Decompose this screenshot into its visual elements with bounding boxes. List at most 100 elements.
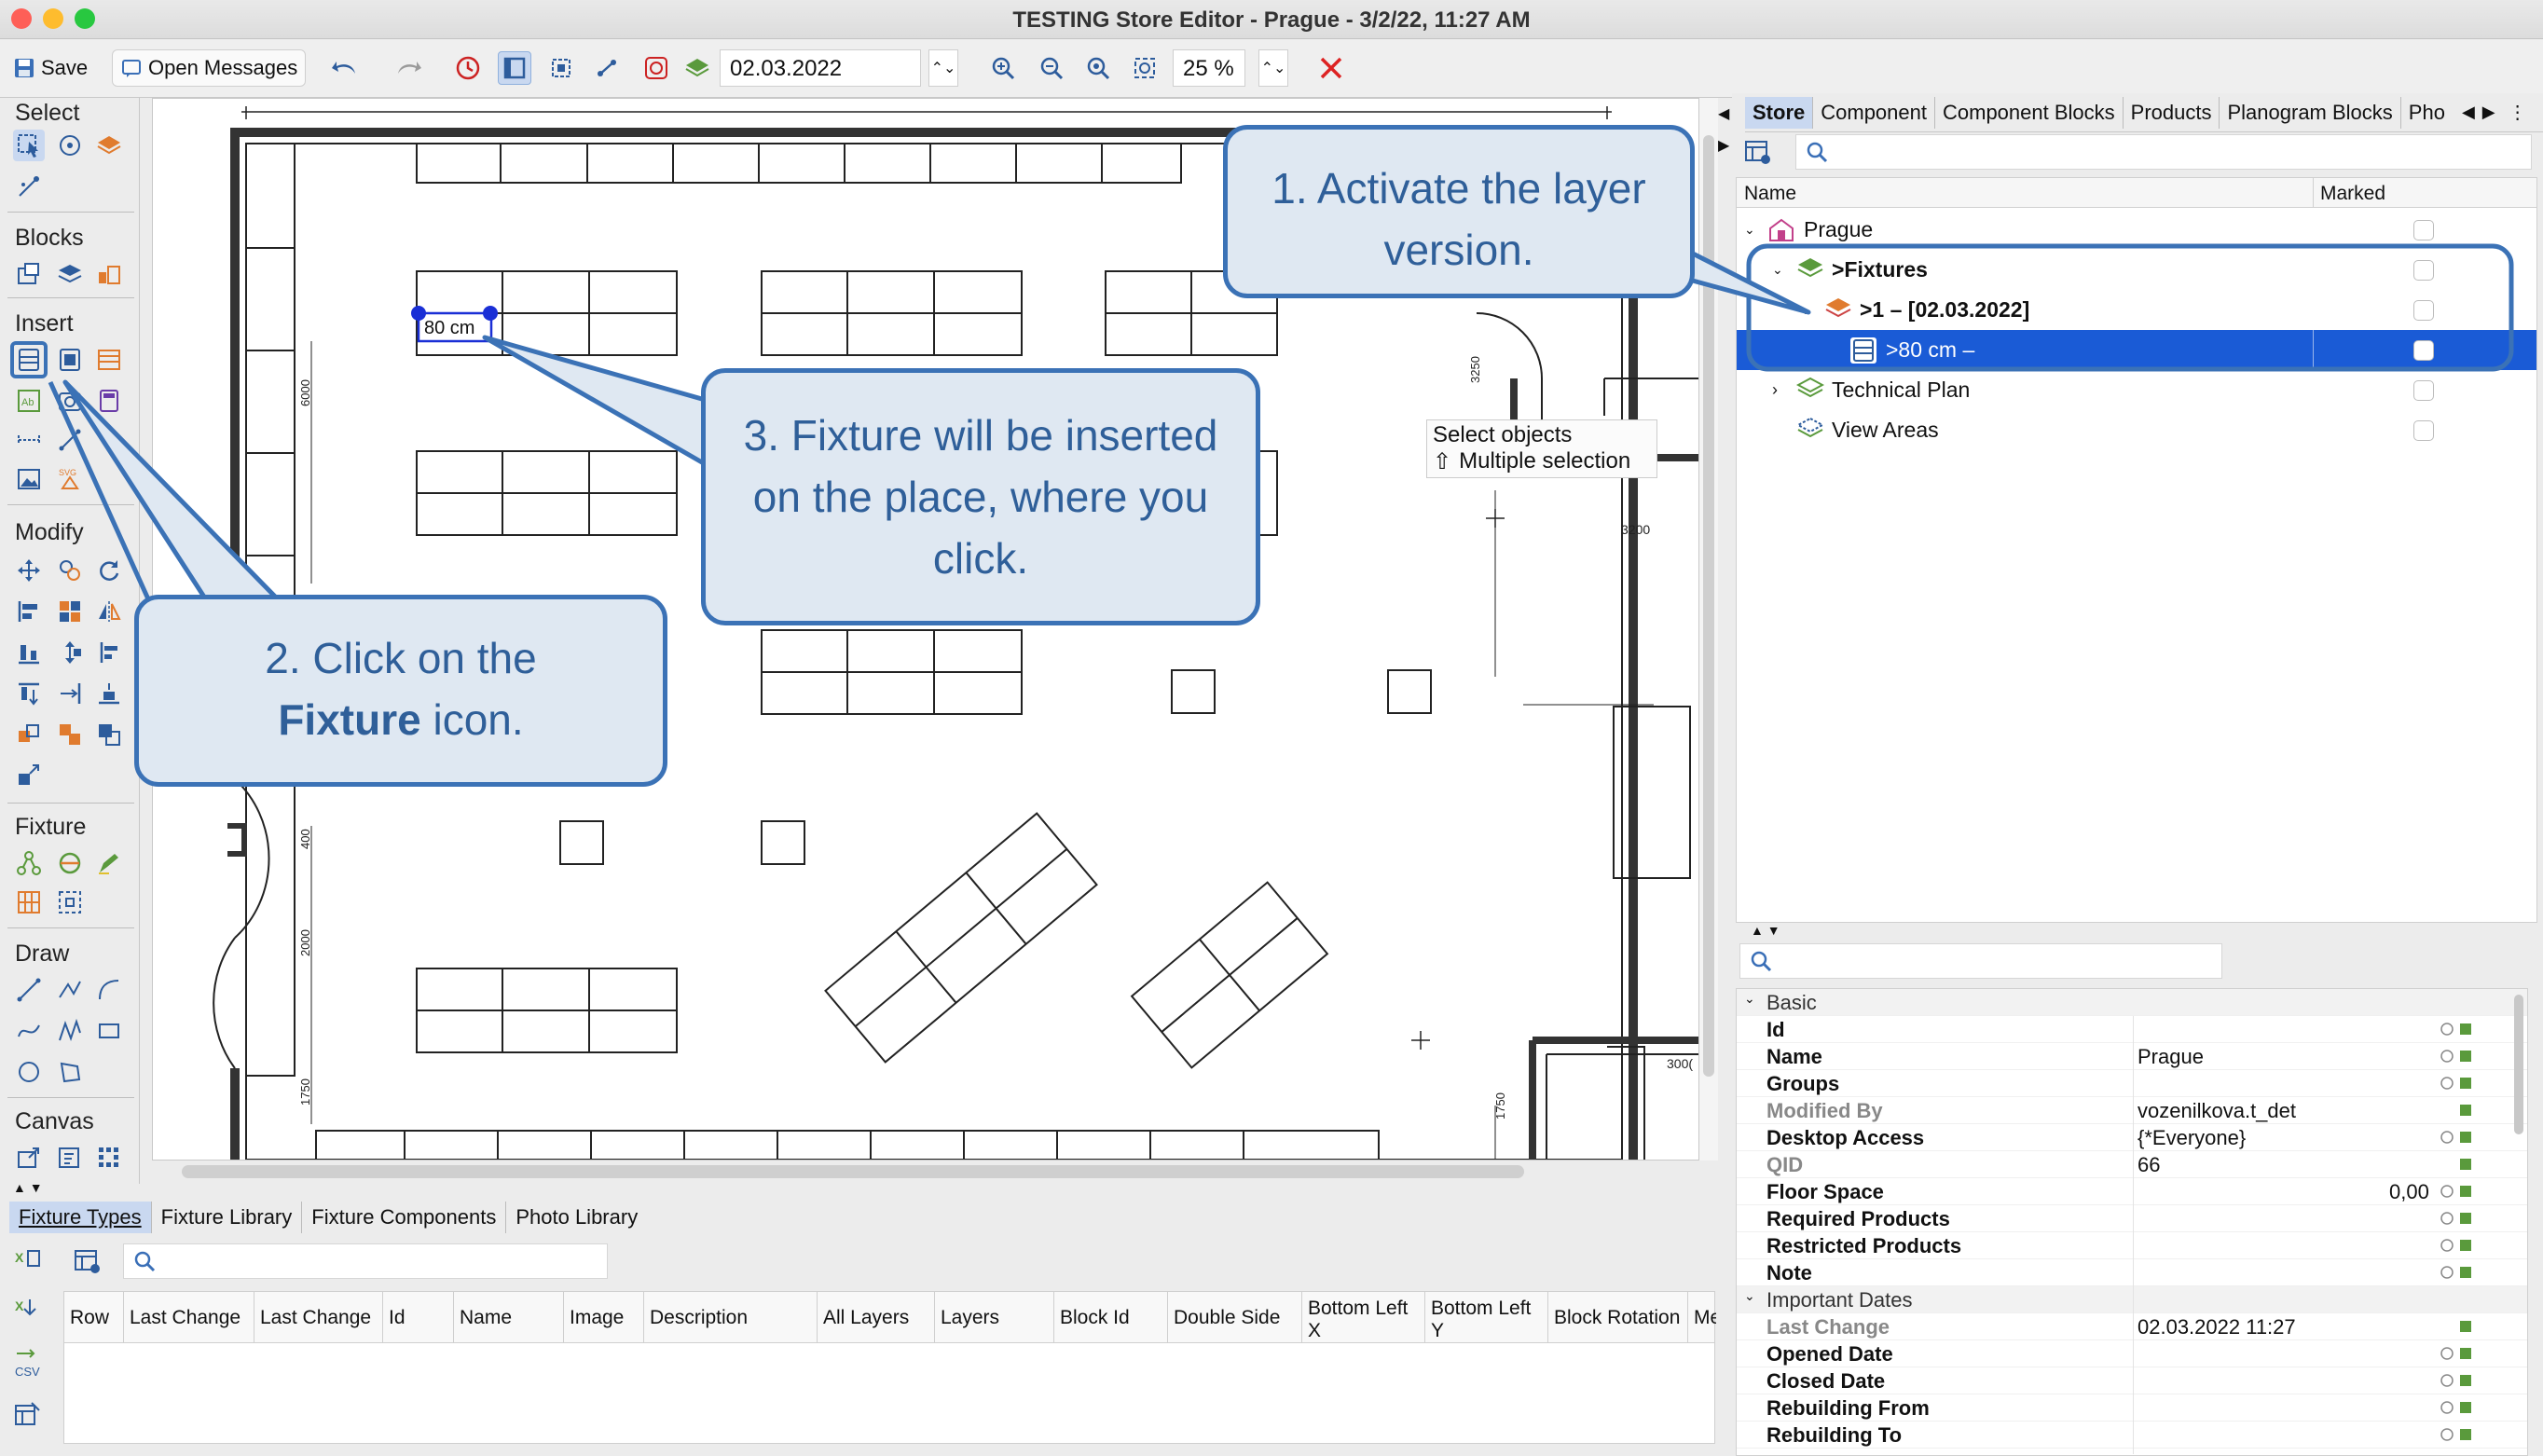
grid-col-row[interactable]: Row [64,1292,124,1344]
zoom-stepper[interactable]: ⌃⌄ [1258,49,1288,87]
table-config-icon[interactable] [73,1247,103,1283]
prop-group-basic[interactable]: ⌄ Basic [1737,989,2527,1016]
tree-row-technical-plan[interactable]: › Technical Plan [1737,370,2536,410]
table-export-icon[interactable] [13,1400,43,1435]
reset-value-icons[interactable] [2438,989,2494,1455]
fixture-types-grid-body[interactable] [63,1343,1715,1444]
prop-row-id[interactable]: Id [1737,1016,2527,1043]
select-frame-icon[interactable] [544,51,578,85]
tab-fixture-types[interactable]: Fixture Types [9,1202,152,1233]
canvas-horizontal-scrollbar[interactable] [182,1165,1524,1178]
excel-export-icon[interactable]: X [13,1247,43,1283]
grid-col-all-layers[interactable]: All Layers [818,1292,935,1344]
canvas-export-icon[interactable] [13,1142,45,1174]
draw-arc-icon[interactable] [93,974,125,1006]
image-insert-icon[interactable] [13,463,45,495]
tab-products[interactable]: Products [2124,96,2220,129]
marked-checkbox[interactable] [2413,339,2434,361]
properties-scrollbar[interactable] [2514,995,2523,1134]
rotate-icon[interactable] [93,555,125,586]
grid-col-last-change-2[interactable]: Last Change [254,1292,383,1344]
chevron-right-icon[interactable]: › [1772,380,1778,400]
fixture-edit-icon[interactable] [93,847,125,879]
block-insert-icon[interactable] [13,258,45,290]
combine-objects-icon[interactable] [93,719,125,750]
prop-row-floor-space[interactable]: Floor Space 0,00 [1737,1178,2527,1205]
layers-icon[interactable] [680,51,714,85]
space-vertical-icon[interactable] [54,637,86,668]
prop-row-restricted-products[interactable]: Restricted Products [1737,1232,2527,1259]
history-icon[interactable] [451,51,485,85]
grid-col-bottom-left-x[interactable]: Bottom Left X [1302,1292,1425,1344]
ungroup-objects-icon[interactable] [54,719,86,750]
zoom-in-icon[interactable] [986,51,1020,85]
zoom-field[interactable]: 25 % [1173,49,1245,87]
grid-col-layers[interactable]: Layers [935,1292,1054,1344]
zoom-fit-icon[interactable] [1081,51,1115,85]
chevron-down-icon[interactable]: ⌄ [1772,262,1783,278]
split-collapse-icon[interactable]: ▲ ▼ [1751,923,1780,938]
draw-zigzag-icon[interactable] [54,1015,86,1047]
align-right-icon[interactable] [54,678,86,709]
select-layer-icon[interactable] [93,130,125,161]
marked-checkbox[interactable] [2413,219,2434,240]
shelf-insert-icon[interactable] [54,344,86,376]
align-left-icon[interactable] [13,596,45,627]
move-icon[interactable] [13,555,45,586]
grid-col-last-change[interactable]: Last Change [124,1292,254,1344]
tree-search-input[interactable] [1795,134,2532,170]
canvas-settings-icon[interactable] [54,1142,86,1174]
prop-row-rebuilding-to[interactable]: Rebuilding To [1737,1422,2527,1449]
prop-row-note[interactable]: Note [1737,1259,2527,1286]
grid-col-bottom-left-y[interactable]: Bottom Left Y [1425,1292,1548,1344]
properties-search-input[interactable] [1739,943,2222,979]
grid-col-id[interactable]: Id [383,1292,454,1344]
date-field[interactable]: 02.03.2022 [720,49,921,87]
bottom-split-icon[interactable]: ▲ ▼ [13,1180,43,1195]
draw-circle-icon[interactable] [13,1056,45,1088]
draw-polyline-icon[interactable] [54,974,86,1006]
tab-component-blocks[interactable]: Component Blocks [1935,96,2124,129]
canvas-grid-icon[interactable] [93,1142,125,1174]
prop-row-required-products[interactable]: Required Products [1737,1205,2527,1232]
align-top-icon[interactable] [13,678,45,709]
prop-row-name[interactable]: Name Prague [1737,1043,2527,1070]
draw-polygon-icon[interactable] [54,1056,86,1088]
grid-col-me[interactable]: Me [1688,1292,1716,1344]
close-red-x-icon[interactable] [1314,51,1348,85]
redo-icon[interactable] [392,51,425,85]
tab-photos[interactable]: Pho [2401,97,2453,129]
tree-row-fixture-80cm[interactable]: >80 cm – [1737,330,2536,370]
text-insert-icon[interactable]: Ab [13,385,45,417]
grid-col-description[interactable]: Description [644,1292,818,1344]
block-group-icon[interactable] [93,258,125,290]
marked-checkbox[interactable] [2413,259,2434,281]
split-objects-icon[interactable] [13,760,45,791]
copy-icon[interactable] [54,555,86,586]
tab-scroll-left-icon[interactable]: ◀ [2462,103,2475,122]
zoom-out-icon[interactable] [1035,51,1068,85]
tree-col-name[interactable]: Name [1744,183,1796,205]
camera-icon[interactable] [639,51,673,85]
draw-line-icon[interactable] [13,974,45,1006]
prop-row-closed-date[interactable]: Closed Date [1737,1367,2527,1394]
gondola-insert-icon[interactable] [93,344,125,376]
tree-row-layer-version[interactable]: ⌄ >1 – [02.03.2022] [1737,290,2536,330]
marked-checkbox[interactable] [2413,419,2434,441]
select-arrow-icon[interactable] [13,130,45,161]
vertical-scroll-thumb[interactable] [1703,135,1714,1077]
tree-row-fixtures[interactable]: ⌄ >Fixtures [1737,250,2536,290]
fixture-types-search-input[interactable] [123,1243,608,1279]
panel-expand-icon[interactable]: ▶ [1718,136,1729,155]
tab-fixture-components[interactable]: Fixture Components [302,1202,507,1233]
prop-value[interactable]: 0,00 [2389,1180,2429,1204]
tab-planogram-blocks[interactable]: Planogram Blocks [2220,96,2401,129]
chevron-down-icon[interactable]: ⌄ [1744,222,1755,238]
fixture-frame-icon[interactable] [54,886,86,918]
draw-rectangle-icon[interactable] [93,1015,125,1047]
grid-col-block-rotation[interactable]: Block Rotation [1548,1292,1688,1344]
tree-table-icon[interactable] [1743,138,1771,166]
align-bottom-icon[interactable] [13,637,45,668]
panel-collapse-left-icon[interactable]: ◀ [1718,104,1729,123]
tab-scroll-right-icon[interactable]: ▶ [2482,103,2495,122]
